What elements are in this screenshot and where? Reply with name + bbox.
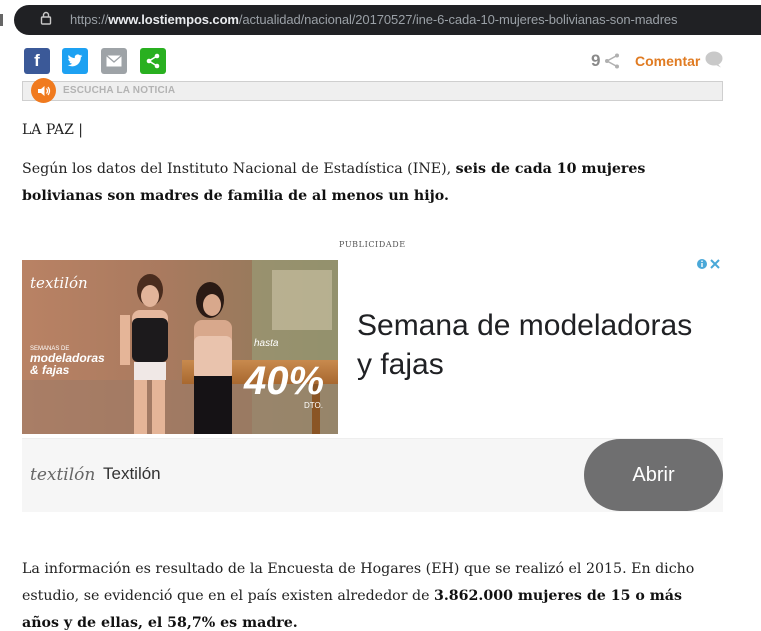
twitter-icon (67, 54, 83, 67)
ad-image-logo: textilón (30, 274, 88, 292)
ad-advertiser-logo: textilón (30, 465, 96, 485)
article-paragraph-2: La información es resultado de la Encues… (22, 556, 722, 631)
url-text[interactable]: https://www.lostiempos.com/actualidad/na… (70, 12, 678, 27)
ad-advertiser-name[interactable]: Textilón (103, 464, 161, 484)
ad-photo: textilón SEMANAS DE modeladoras & fajas … (22, 260, 338, 434)
twitter-share-button[interactable] (62, 48, 88, 74)
advertisement[interactable]: textilón SEMANAS DE modeladoras & fajas … (22, 255, 723, 512)
facebook-icon: f (34, 51, 40, 70)
comment-bubble-icon[interactable] (705, 51, 723, 68)
share-count: 9 (591, 51, 601, 70)
comment-link[interactable]: Comentar (635, 53, 700, 69)
url-path: /actualidad/nacional/20170527/ine-6-cada… (238, 12, 678, 27)
advertising-label: PUBLICIDADE (339, 240, 406, 249)
facebook-share-button[interactable]: f (24, 48, 50, 74)
browser-address-bar: https://www.lostiempos.com/actualidad/na… (0, 0, 761, 38)
ad-image-percent: 40% (243, 359, 324, 403)
lock-icon (40, 11, 52, 25)
share-count-icon (605, 53, 619, 69)
article-dateline: LA PAZ | (22, 122, 83, 138)
url-prefix: https:// (70, 12, 109, 27)
ad-image[interactable]: textilón SEMANAS DE modeladoras & fajas … (22, 260, 338, 434)
window-edge (0, 14, 3, 26)
listen-news-label: ESCUCHA LA NOTICIA (63, 85, 176, 96)
share-icon (146, 53, 160, 69)
ad-open-button[interactable]: Abrir (584, 439, 723, 511)
ad-footer: textilón Textilón Abrir (22, 439, 723, 512)
paragraph-1-text: Según los datos del Instituto Nacional d… (22, 161, 456, 177)
ad-image-hasta: hasta (254, 338, 279, 349)
audio-play-button[interactable] (31, 78, 56, 103)
ad-image-promo-2: & fajas (30, 363, 70, 377)
ad-image-dto: DTO. (304, 401, 323, 410)
article-paragraph-1: Según los datos del Instituto Nacional d… (22, 156, 722, 210)
generic-share-button[interactable] (140, 48, 166, 74)
ad-headline[interactable]: Semana de modeladoras y fajas (357, 306, 697, 384)
speaker-icon (37, 85, 50, 96)
url-domain: www.lostiempos.com (108, 12, 239, 27)
ad-choices-icon[interactable] (696, 258, 722, 270)
email-share-button[interactable] (101, 48, 127, 74)
envelope-icon (106, 55, 122, 67)
